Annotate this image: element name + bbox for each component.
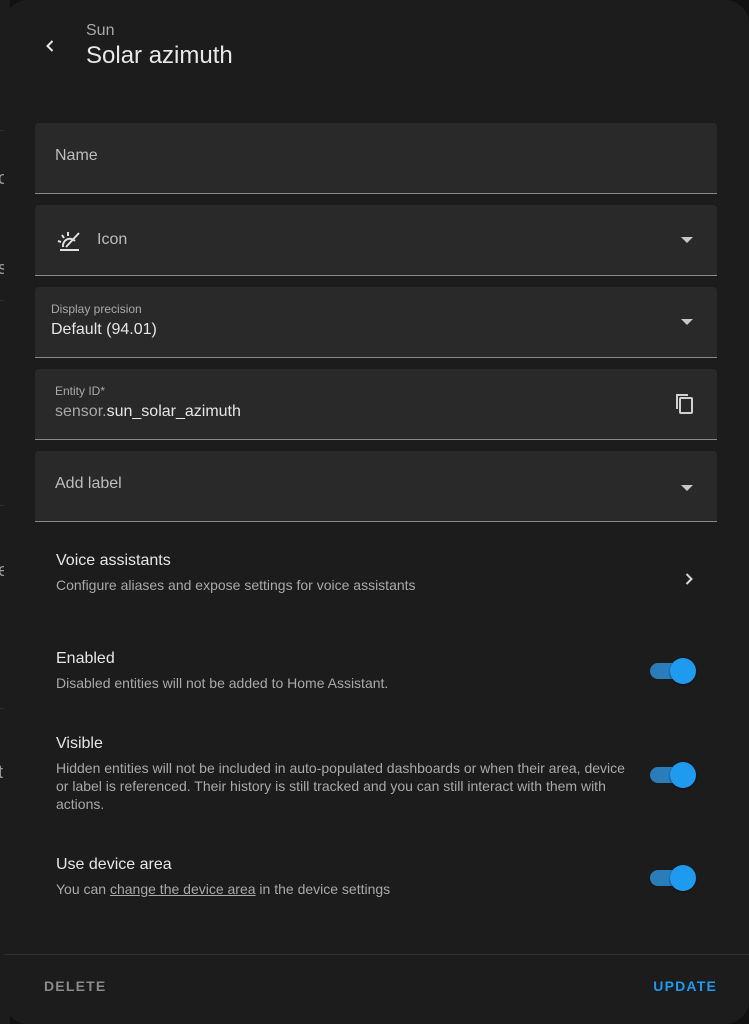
back-button[interactable]: [34, 30, 66, 62]
use-device-area-desc-after: in the device settings: [255, 881, 391, 897]
dropdown-arrow-icon: [681, 319, 693, 325]
entity-id-object-id: sun_solar_azimuth: [106, 403, 241, 420]
use-device-area-toggle[interactable]: [650, 863, 698, 893]
visible-description: Hidden entities will not be included in …: [56, 760, 625, 812]
visible-toggle[interactable]: [650, 760, 698, 790]
enabled-description: Disabled entities will not be added to H…: [56, 675, 389, 691]
enabled-toggle[interactable]: [650, 656, 698, 686]
voice-assistants-description: Configure aliases and expose settings fo…: [56, 577, 416, 593]
dropdown-arrow-icon: [681, 237, 693, 243]
update-button[interactable]: UPDATE: [653, 978, 717, 994]
dialog-header: Sun Solar azimuth: [4, 0, 749, 100]
icon-picker[interactable]: Icon: [35, 205, 717, 276]
use-device-area-title: Use device area: [56, 856, 172, 873]
enabled-row: Enabled Disabled entities will not be ad…: [56, 650, 716, 692]
visible-row: Visible Hidden entities will not be incl…: [56, 735, 716, 813]
entity-settings-dialog: Sun Solar azimuth Name Icon Display prec…: [4, 0, 749, 1024]
voice-assistants-title: Voice assistants: [56, 552, 171, 569]
entity-id-domain-prefix: sensor.: [55, 403, 107, 420]
dialog-subtitle: Sun: [86, 22, 115, 39]
display-precision-value: Default (94.01): [51, 321, 157, 338]
voice-assistants-row[interactable]: Voice assistants Configure aliases and e…: [56, 552, 716, 606]
use-device-area-desc-before: You can: [56, 881, 110, 897]
add-label-select[interactable]: Add label: [35, 451, 717, 522]
entity-id-value: sensor.sun_solar_azimuth: [55, 403, 241, 421]
dialog-title: Solar azimuth: [86, 42, 233, 69]
toggle-knob: [670, 865, 696, 891]
display-precision-label: Display precision: [51, 302, 142, 316]
name-field-label: Name: [55, 147, 98, 164]
copy-icon[interactable]: [671, 391, 697, 417]
entity-id-field[interactable]: Entity ID* sensor.sun_solar_azimuth: [35, 369, 717, 440]
delete-button[interactable]: DELETE: [44, 978, 106, 994]
background-text-fragment: t: [0, 762, 4, 782]
display-precision-select[interactable]: Display precision Default (94.01): [35, 287, 717, 358]
chevron-left-icon: [46, 40, 54, 52]
change-device-area-link[interactable]: change the device area: [110, 881, 256, 897]
enabled-title: Enabled: [56, 650, 115, 667]
use-device-area-row: Use device area You can change the devic…: [56, 856, 716, 898]
toggle-knob: [670, 762, 696, 788]
use-device-area-description: You can change the device area in the de…: [56, 880, 626, 898]
dropdown-arrow-icon: [681, 485, 693, 491]
toggle-knob: [670, 658, 696, 684]
name-field[interactable]: Name: [35, 123, 717, 194]
visible-title: Visible: [56, 735, 103, 752]
icon-field-label: Icon: [97, 231, 128, 248]
sun-angle-icon: [57, 232, 80, 251]
footer-divider: [4, 954, 749, 955]
add-label-text: Add label: [55, 475, 122, 492]
chevron-right-icon: [685, 573, 693, 585]
entity-id-label: Entity ID*: [55, 384, 106, 398]
